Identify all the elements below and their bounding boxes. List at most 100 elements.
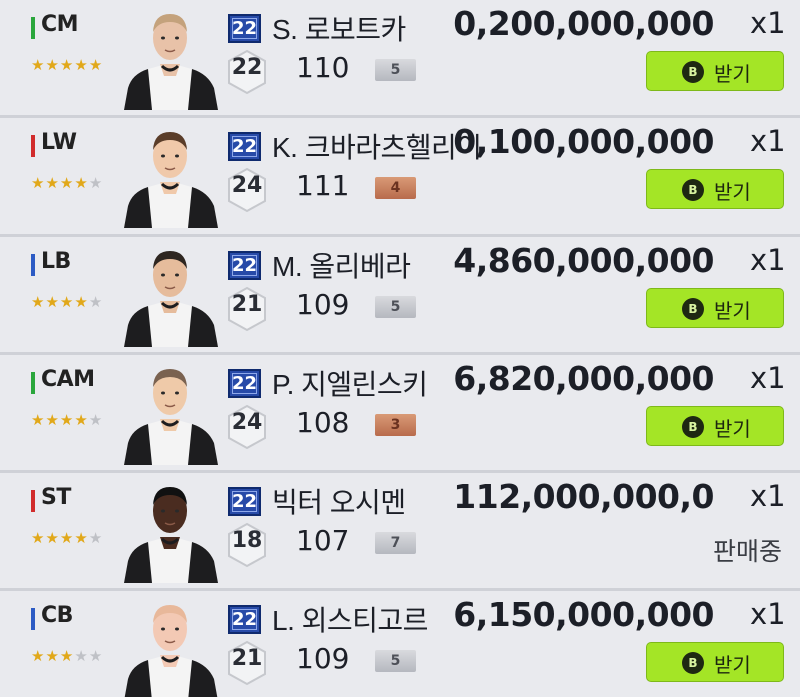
season-badge-frame — [232, 609, 257, 630]
player-portrait — [118, 477, 222, 583]
position-color-bar — [31, 135, 35, 157]
price-value: 6,820,000,000 — [453, 359, 714, 398]
season-badge-frame — [232, 491, 257, 512]
star-icon: ★ — [59, 647, 74, 665]
coin-icon: B — [682, 652, 704, 674]
price-value: 4,860,000,000 — [453, 241, 714, 280]
player-name: K. 크바라츠헬리이 — [272, 132, 482, 163]
price-value: 0,200,000,000 — [453, 4, 714, 43]
season-badge: 22 — [228, 251, 261, 280]
price-value: 0,100,000,000 — [453, 122, 714, 161]
star-icon: ★ — [74, 411, 88, 429]
star-rating: ★ ★ ★ ★ ★ — [31, 294, 102, 310]
star-icon: ★ — [31, 56, 45, 74]
price-value: 112,000,000,0 — [453, 477, 714, 516]
star-icon: ★ — [88, 529, 103, 547]
player-rating: 110 — [296, 51, 350, 84]
star-icon: ★ — [45, 411, 59, 429]
star-icon: ★ — [45, 529, 59, 547]
player-portrait — [118, 4, 222, 110]
player-position: CB — [41, 603, 73, 628]
star-icon: ★ — [45, 174, 59, 192]
star-icon: ★ — [88, 293, 103, 311]
receive-button-label: 받기 — [714, 301, 751, 323]
player-name: S. 로보트카 — [272, 14, 406, 45]
player-list: CM ★ ★ ★ ★ ★ 22 S. 로보트카 22 110 5 0,200,000,000 x1 B 받기… — [0, 0, 800, 697]
player-row[interactable]: ST ★ ★ ★ ★ ★ 22 빅터 오시멘 18 107 7 112,000,000,0 x1 판매중 — [0, 473, 800, 591]
player-name: 빅터 오시멘 — [272, 487, 406, 518]
receive-button[interactable]: B 받기 — [646, 642, 784, 682]
enhance-level-badge: 3 — [375, 414, 416, 436]
star-icon: ★ — [59, 293, 74, 311]
star-icon: ★ — [59, 56, 74, 74]
star-rating: ★ ★ ★ ★ ★ — [31, 412, 102, 428]
star-icon: ★ — [74, 293, 88, 311]
star-icon: ★ — [88, 174, 103, 192]
star-icon: ★ — [74, 647, 88, 665]
player-rating: 107 — [296, 524, 350, 557]
player-name: M. 올리베라 — [272, 251, 411, 282]
receive-button-label: 받기 — [714, 182, 751, 204]
quantity: x1 — [750, 479, 786, 513]
player-portrait — [118, 241, 222, 347]
player-position: ST — [41, 485, 71, 510]
star-rating: ★ ★ ★ ★ ★ — [31, 530, 102, 546]
star-icon: ★ — [31, 174, 45, 192]
position-color-bar — [31, 17, 35, 39]
coin-icon: B — [682, 179, 704, 201]
player-position: LB — [41, 249, 71, 274]
player-rating: 109 — [296, 642, 350, 675]
season-badge: 22 — [228, 14, 261, 43]
star-rating: ★ ★ ★ ★ ★ — [31, 175, 102, 191]
ovr-level: 21 — [231, 646, 263, 671]
ovr-level: 24 — [231, 173, 263, 198]
season-badge: 22 — [228, 605, 261, 634]
star-icon: ★ — [88, 56, 103, 74]
player-row[interactable]: CAM ★ ★ ★ ★ ★ 22 P. 지엘린스키 24 108 3 6,820,000,000 x1 B… — [0, 355, 800, 473]
star-rating: ★ ★ ★ ★ ★ — [31, 57, 102, 73]
coin-icon: B — [682, 416, 704, 438]
position-color-bar — [31, 608, 35, 630]
player-row[interactable]: CB ★ ★ ★ ★ ★ 22 L. 외스티고르 21 109 5 6,150,000,000 x1 B 받… — [0, 591, 800, 697]
player-portrait — [118, 359, 222, 465]
season-badge: 22 — [228, 487, 261, 516]
receive-button[interactable]: B 받기 — [646, 169, 784, 209]
receive-button[interactable]: B 받기 — [646, 288, 784, 328]
star-icon: ★ — [45, 56, 59, 74]
quantity: x1 — [750, 361, 786, 395]
enhance-level-badge: 5 — [375, 296, 416, 318]
player-rating: 108 — [296, 406, 350, 439]
player-portrait — [118, 595, 222, 697]
ovr-level: 24 — [231, 410, 263, 435]
star-icon: ★ — [74, 174, 88, 192]
player-row[interactable]: CM ★ ★ ★ ★ ★ 22 S. 로보트카 22 110 5 0,200,000,000 x1 B 받기 — [0, 0, 800, 118]
receive-button-label: 받기 — [714, 419, 751, 441]
coin-icon: B — [682, 61, 704, 83]
receive-button[interactable]: B 받기 — [646, 406, 784, 446]
star-icon: ★ — [45, 293, 59, 311]
position-color-bar — [31, 372, 35, 394]
player-position: CAM — [41, 367, 95, 392]
star-icon: ★ — [88, 647, 103, 665]
star-icon: ★ — [59, 529, 74, 547]
player-rating: 111 — [296, 169, 350, 202]
season-badge-frame — [232, 136, 257, 157]
player-row[interactable]: LB ★ ★ ★ ★ ★ 22 M. 올리베라 21 109 5 4,860,000,000 x1 B 받기 — [0, 237, 800, 355]
star-icon: ★ — [31, 647, 45, 665]
player-row[interactable]: LW ★ ★ ★ ★ ★ 22 K. 크바라츠헬리이 24 111 4 0,100,000,000 x1… — [0, 118, 800, 237]
receive-button-label: 받기 — [714, 64, 751, 86]
receive-button[interactable]: B 받기 — [646, 51, 784, 91]
quantity: x1 — [750, 243, 786, 277]
position-color-bar — [31, 254, 35, 276]
season-badge-frame — [232, 255, 257, 276]
coin-icon: B — [682, 298, 704, 320]
season-badge: 22 — [228, 369, 261, 398]
star-icon: ★ — [59, 411, 74, 429]
star-icon: ★ — [31, 293, 45, 311]
player-name: P. 지엘린스키 — [272, 369, 428, 400]
ovr-level: 22 — [231, 55, 263, 80]
star-icon: ★ — [74, 529, 88, 547]
quantity: x1 — [750, 124, 786, 158]
enhance-level-badge: 7 — [375, 532, 416, 554]
player-name: L. 외스티고르 — [272, 605, 428, 636]
